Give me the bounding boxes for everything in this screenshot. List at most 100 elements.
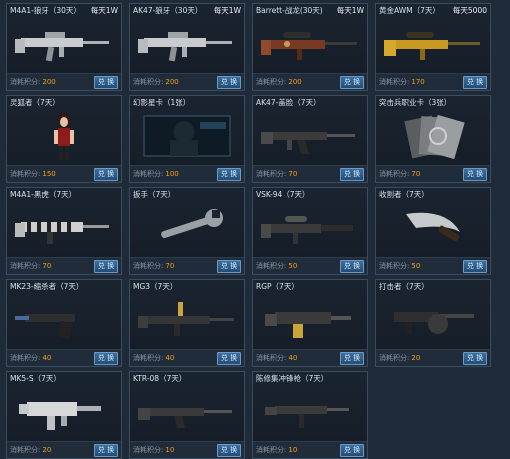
redeem-button[interactable]: 兑 换 bbox=[217, 259, 241, 273]
price-label: 消耗积分: bbox=[379, 170, 410, 178]
item-name: 打击者（7天） bbox=[379, 282, 429, 291]
redeem-button[interactable]: 兑 换 bbox=[217, 167, 241, 181]
item-header: 打击者（7天） bbox=[376, 280, 490, 293]
item-header: M4A1-黑虎（7天） bbox=[7, 188, 121, 201]
price-label: 消耗积分: bbox=[10, 262, 41, 270]
item-name: M4A1-黑虎（7天） bbox=[10, 190, 77, 199]
redeem-button[interactable]: 兑 换 bbox=[94, 167, 118, 181]
price-label: 消耗积分: bbox=[10, 170, 41, 178]
price-value: 70 bbox=[288, 170, 298, 178]
item-header: 陈修集冲锋枪（7天） bbox=[253, 372, 367, 385]
item-price: 消耗积分: 200 bbox=[133, 77, 179, 87]
item-price: 消耗积分: 70 bbox=[379, 169, 420, 179]
price-value: 70 bbox=[411, 170, 421, 178]
item-price: 消耗积分: 50 bbox=[256, 261, 297, 271]
item-card: RGP（7天） 消耗积分: 40 兑 换 bbox=[252, 279, 368, 367]
item-card: KTR-08（7天） 消耗积分: 10 兑 换 bbox=[129, 371, 245, 459]
item-name: 黄金AWM（7天） bbox=[379, 6, 440, 15]
item-image bbox=[7, 386, 121, 438]
item-image bbox=[130, 294, 244, 346]
price-value: 200 bbox=[288, 78, 302, 86]
item-header: RGP（7天） bbox=[253, 280, 367, 293]
redeem-button[interactable]: 兑 换 bbox=[94, 259, 118, 273]
item-name: MK23-缩杀者（7天） bbox=[10, 282, 84, 291]
item-image bbox=[253, 386, 367, 438]
item-price: 消耗积分: 100 bbox=[133, 169, 179, 179]
price-label: 消耗积分: bbox=[133, 170, 164, 178]
item-card: AK47-盖脸（7天） 消耗积分: 70 兑 换 bbox=[252, 95, 368, 183]
item-daily-note: 每天1W bbox=[213, 6, 241, 15]
item-name: VSK-94（7天） bbox=[256, 190, 310, 199]
redeem-button[interactable]: 兑 换 bbox=[340, 75, 364, 89]
exchange-grid: M4A1-狼牙（30天） 每天1W 消耗积分: 200 兑 换 AK47-狼牙（30天）每… bbox=[0, 0, 510, 459]
item-name: 收割者（7天） bbox=[379, 190, 429, 199]
price-value: 20 bbox=[411, 354, 421, 362]
redeem-button[interactable]: 兑 换 bbox=[217, 443, 241, 457]
item-header: 扳手（7天） bbox=[130, 188, 244, 201]
redeem-button[interactable]: 兑 换 bbox=[94, 351, 118, 365]
price-value: 20 bbox=[42, 446, 52, 454]
price-value: 70 bbox=[42, 262, 52, 270]
item-header: AK47-狼牙（30天） 每天1W bbox=[130, 4, 244, 17]
redeem-button[interactable]: 兑 换 bbox=[340, 443, 364, 457]
item-footer: 消耗积分: 70 兑 换 bbox=[253, 165, 367, 182]
item-footer: 消耗积分: 70 兑 换 bbox=[7, 257, 121, 274]
price-value: 10 bbox=[288, 446, 298, 454]
item-price: 消耗积分: 200 bbox=[256, 77, 302, 87]
item-footer: 消耗积分: 200 兑 换 bbox=[253, 73, 367, 90]
item-name: AK47-狼牙（30天） bbox=[133, 6, 203, 15]
item-card: 打击者（7天） 消耗积分: 20 兑 换 bbox=[375, 279, 491, 367]
redeem-button[interactable]: 兑 换 bbox=[94, 75, 118, 89]
price-value: 40 bbox=[288, 354, 298, 362]
item-footer: 消耗积分: 200 兑 换 bbox=[130, 73, 244, 90]
item-header: Barrett-战龙(30天) 每天1W bbox=[253, 4, 367, 17]
redeem-button[interactable]: 兑 换 bbox=[463, 167, 487, 181]
item-header: 幻影星卡（1张） bbox=[130, 96, 244, 109]
item-card: 幻影星卡（1张） 消耗积分: 100 兑 换 bbox=[129, 95, 245, 183]
price-value: 170 bbox=[411, 78, 425, 86]
item-image bbox=[376, 294, 490, 346]
item-card: MK5-S（7天） 消耗积分: 20 兑 换 bbox=[6, 371, 122, 459]
item-price: 消耗积分: 10 bbox=[256, 445, 297, 455]
item-daily-note: 每天5000 bbox=[452, 6, 487, 15]
price-label: 消耗积分: bbox=[256, 170, 287, 178]
item-footer: 消耗积分: 70 兑 换 bbox=[130, 257, 244, 274]
price-value: 150 bbox=[42, 170, 56, 178]
item-image bbox=[376, 202, 490, 254]
price-value: 10 bbox=[165, 446, 175, 454]
item-price: 消耗积分: 150 bbox=[10, 169, 56, 179]
item-price: 消耗积分: 10 bbox=[133, 445, 174, 455]
item-name: 灵狐者（7天） bbox=[10, 98, 60, 107]
redeem-button[interactable]: 兑 换 bbox=[340, 259, 364, 273]
redeem-button[interactable]: 兑 换 bbox=[340, 351, 364, 365]
item-image bbox=[253, 18, 367, 70]
item-name: 扳手（7天） bbox=[133, 190, 176, 199]
item-card: VSK-94（7天） 消耗积分: 50 兑 换 bbox=[252, 187, 368, 275]
item-header: 黄金AWM（7天） 每天5000 bbox=[376, 4, 490, 17]
price-label: 消耗积分: bbox=[379, 78, 410, 86]
item-card: AK47-狼牙（30天） 每天1W 消耗积分: 200 兑 换 bbox=[129, 3, 245, 91]
item-image bbox=[7, 18, 121, 70]
redeem-button[interactable]: 兑 换 bbox=[463, 75, 487, 89]
item-name: 陈修集冲锋枪（7天） bbox=[256, 374, 329, 383]
price-label: 消耗积分: bbox=[256, 262, 287, 270]
price-value: 70 bbox=[165, 262, 175, 270]
price-label: 消耗积分: bbox=[256, 446, 287, 454]
item-header: 灵狐者（7天） bbox=[7, 96, 121, 109]
redeem-button[interactable]: 兑 换 bbox=[463, 351, 487, 365]
item-image bbox=[253, 110, 367, 162]
redeem-button[interactable]: 兑 换 bbox=[463, 259, 487, 273]
price-label: 消耗积分: bbox=[379, 262, 410, 270]
item-image bbox=[130, 18, 244, 70]
redeem-button[interactable]: 兑 换 bbox=[217, 351, 241, 365]
item-price: 消耗积分: 40 bbox=[10, 353, 51, 363]
redeem-button[interactable]: 兑 换 bbox=[94, 443, 118, 457]
item-card: 陈修集冲锋枪（7天） 消耗积分: 10 兑 换 bbox=[252, 371, 368, 459]
item-header: M4A1-狼牙（30天） 每天1W bbox=[7, 4, 121, 17]
item-price: 消耗积分: 40 bbox=[133, 353, 174, 363]
redeem-button[interactable]: 兑 换 bbox=[340, 167, 364, 181]
item-price: 消耗积分: 50 bbox=[379, 261, 420, 271]
redeem-button[interactable]: 兑 换 bbox=[217, 75, 241, 89]
item-header: KTR-08（7天） bbox=[130, 372, 244, 385]
price-label: 消耗积分: bbox=[10, 446, 41, 454]
